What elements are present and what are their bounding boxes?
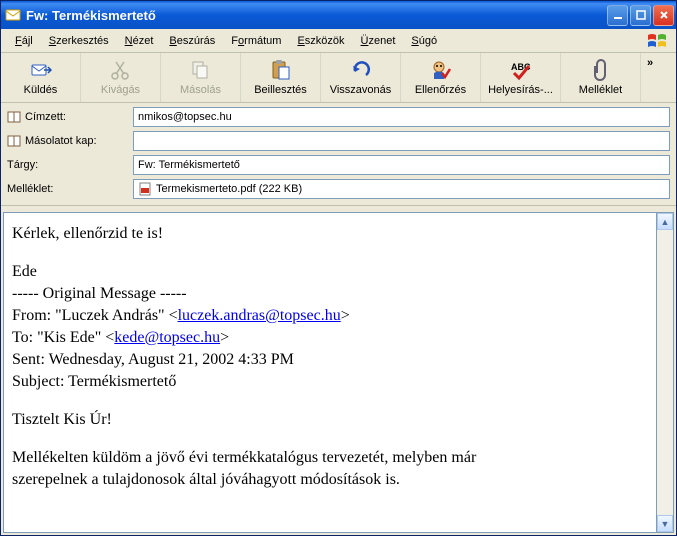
paperclip-icon	[590, 59, 612, 81]
to-row: Címzett:	[7, 107, 670, 127]
menu-tools[interactable]: Eszközök	[289, 33, 352, 49]
body-line: Kérlek, ellenőrzid te is!	[12, 225, 648, 243]
undo-label: Visszavonás	[330, 84, 392, 96]
spelling-label: Helyesírás-...	[488, 84, 553, 96]
check-label: Ellenőrzés	[415, 84, 466, 96]
close-button[interactable]	[653, 5, 674, 26]
body-wrap: Kérlek, ellenőrzid te is! Ede ----- Orig…	[1, 206, 676, 535]
scroll-track[interactable]	[657, 230, 673, 515]
to-label-btn[interactable]: Címzett:	[7, 111, 127, 123]
copy-icon	[190, 59, 212, 81]
send-button[interactable]: Küldés	[1, 53, 81, 102]
cut-icon	[110, 59, 132, 81]
message-body[interactable]: Kérlek, ellenőrzid te is! Ede ----- Orig…	[3, 212, 657, 533]
chevron-down-icon: ▼	[661, 519, 670, 529]
spelling-button[interactable]: ABC Helyesírás-...	[481, 53, 561, 102]
cut-label: Kivágás	[101, 84, 140, 96]
cc-input[interactable]	[133, 131, 670, 151]
maximize-button[interactable]	[630, 5, 651, 26]
cut-button[interactable]: Kivágás	[81, 53, 161, 102]
attachment-label: Melléklet:	[7, 183, 127, 195]
chevron-up-icon: ▲	[661, 217, 670, 227]
header-fields: Címzett: Másolatot kap: Tárgy: Melléklet…	[1, 103, 676, 206]
toolbar: Küldés Kivágás Másolás Beillesztés Vissz…	[1, 53, 676, 103]
check-button[interactable]: Ellenőrzés	[401, 53, 481, 102]
address-book-icon	[7, 135, 21, 147]
window-title: Fw: Termékismertető	[26, 8, 607, 23]
body-line: From: "Luczek András" <luczek.andras@top…	[12, 307, 648, 325]
menu-format[interactable]: Formátum	[223, 33, 289, 49]
body-line: Tisztelt Kis Úr!	[12, 411, 648, 429]
attachment-name: Termekismerteto.pdf (222 KB)	[156, 183, 302, 195]
subject-input[interactable]	[133, 155, 670, 175]
pdf-icon	[138, 182, 152, 196]
undo-icon	[350, 59, 372, 81]
minimize-button[interactable]	[607, 5, 628, 26]
vertical-scrollbar[interactable]: ▲ ▼	[657, 212, 674, 533]
paste-label: Beillesztés	[254, 84, 307, 96]
menu-message[interactable]: Üzenet	[353, 33, 404, 49]
copy-button[interactable]: Másolás	[161, 53, 241, 102]
spelling-icon: ABC	[510, 59, 532, 81]
close-icon	[659, 10, 669, 20]
body-line: Ede	[12, 263, 648, 281]
attach-label: Melléklet	[579, 84, 622, 96]
address-book-icon	[7, 111, 21, 123]
scroll-down-button[interactable]: ▼	[657, 515, 673, 532]
toolbar-overflow[interactable]: »	[641, 53, 659, 102]
undo-button[interactable]: Visszavonás	[321, 53, 401, 102]
minimize-icon	[613, 10, 623, 20]
copy-label: Másolás	[180, 84, 221, 96]
menu-insert[interactable]: Beszúrás	[161, 33, 223, 49]
titlebar[interactable]: Fw: Termékismertető	[1, 1, 676, 29]
windows-logo-icon	[646, 31, 670, 51]
body-line: Subject: Termékismertető	[12, 373, 648, 391]
app-icon	[5, 7, 21, 23]
body-line: Mellékelten küldöm a jövő évi termékkata…	[12, 449, 648, 467]
to-email-link[interactable]: kede@topsec.hu	[114, 329, 220, 346]
paste-icon	[270, 59, 292, 81]
body-line: Sent: Wednesday, August 21, 2002 4:33 PM	[12, 351, 648, 369]
attach-button[interactable]: Melléklet	[561, 53, 641, 102]
scroll-up-button[interactable]: ▲	[657, 213, 673, 230]
menubar: Fájl Szerkesztés Nézet Beszúrás Formátum…	[1, 29, 676, 53]
paste-button[interactable]: Beillesztés	[241, 53, 321, 102]
maximize-icon	[636, 10, 646, 20]
subject-row: Tárgy:	[7, 155, 670, 175]
body-line: ----- Original Message -----	[12, 285, 648, 303]
menu-edit[interactable]: Szerkesztés	[41, 33, 117, 49]
send-label: Küldés	[24, 84, 58, 96]
compose-window: Fw: Termékismertető Fájl Szerkesztés Néz…	[0, 0, 677, 536]
window-controls	[607, 5, 674, 26]
chevron-right-icon: »	[647, 57, 653, 69]
check-icon	[430, 59, 452, 81]
to-input[interactable]	[133, 107, 670, 127]
menu-view[interactable]: Nézet	[117, 33, 162, 49]
menu-help[interactable]: Súgó	[403, 33, 445, 49]
from-email-link[interactable]: luczek.andras@topsec.hu	[178, 307, 341, 324]
body-line: szerepelnek a tulajdonosok által jóváhag…	[12, 471, 648, 489]
cc-row: Másolatot kap:	[7, 131, 670, 151]
attachment-row: Melléklet: Termekismerteto.pdf (222 KB)	[7, 179, 670, 199]
menu-file[interactable]: Fájl	[7, 33, 41, 49]
attachment-box[interactable]: Termekismerteto.pdf (222 KB)	[133, 179, 670, 199]
send-icon	[30, 59, 52, 81]
body-line: To: "Kis Ede" <kede@topsec.hu>	[12, 329, 648, 347]
cc-label-btn[interactable]: Másolatot kap:	[7, 135, 127, 147]
subject-label: Tárgy:	[7, 159, 127, 171]
